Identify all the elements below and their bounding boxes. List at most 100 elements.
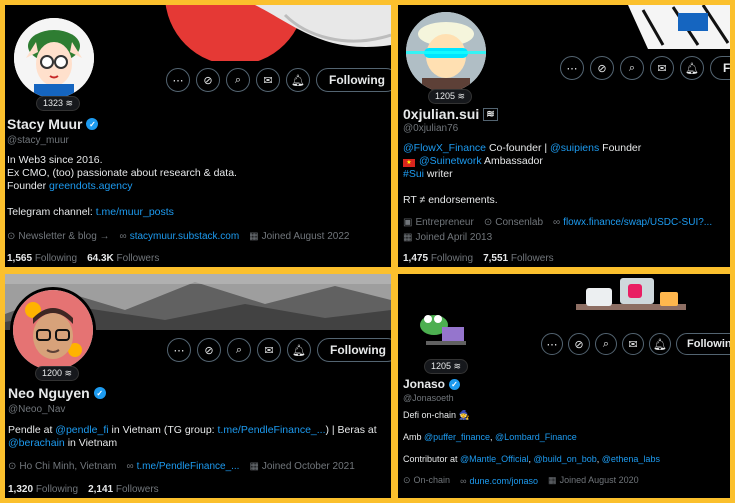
bio: @FlowX_Finance Co-founder | @suipiens Fo…	[403, 142, 727, 207]
bio-link[interactable]: @Mantle_Official	[460, 454, 529, 464]
calendar-icon: ▦	[403, 232, 413, 243]
following-button[interactable]: Following	[317, 338, 391, 362]
following-count[interactable]: 1,320 Following	[8, 484, 78, 495]
action-buttons: ⋯ ⊘ ⌕ ✉ 🔔︎ Fo	[560, 56, 730, 80]
following-count[interactable]: 1,565 Following	[7, 253, 77, 264]
handle: @stacy_muur	[7, 135, 69, 146]
name-text: Stacy Muur	[7, 116, 83, 132]
layers-icon: ≋	[453, 361, 462, 371]
calendar-icon: ▦	[548, 475, 557, 485]
bio-link[interactable]: @puffer_finance	[424, 432, 490, 442]
grok-icon[interactable]: ⊘	[568, 333, 590, 355]
follow-stats: 1,320 Following 2,141 Followers	[8, 484, 159, 495]
meta-website[interactable]: ∞ dune.com/jonaso	[460, 476, 538, 486]
search-icon[interactable]: ⌕	[226, 68, 250, 92]
bio-link[interactable]: @berachain	[8, 437, 65, 449]
more-icon[interactable]: ⋯	[560, 56, 584, 80]
bio-link[interactable]: @build_on_bob	[534, 454, 597, 464]
layers-icon: ≋	[65, 98, 74, 108]
bio-line: Telegram channel: t.me/muur_posts	[7, 206, 174, 218]
bio-link[interactable]: @ethena_labs	[602, 454, 660, 464]
display-name: 0xjulian.sui ≋	[403, 106, 498, 122]
message-icon[interactable]: ✉	[622, 333, 644, 355]
layers-icon: ≋	[457, 91, 466, 101]
more-icon[interactable]: ⋯	[167, 338, 191, 362]
more-icon[interactable]: ⋯	[541, 333, 563, 355]
link-icon: ∞	[460, 475, 467, 486]
profile-meta: ⊙ Newsletter & blog → ∞ stacymuur.substack…	[7, 231, 349, 242]
link-icon: ∞	[119, 231, 127, 242]
search-icon[interactable]: ⌕	[595, 333, 617, 355]
bio-line: ★ @Suinetwork Ambassador	[403, 155, 727, 168]
bio-link[interactable]: @pendle_fi	[55, 424, 108, 436]
bio-link[interactable]: @Lombard_Finance	[495, 432, 577, 442]
bio-link[interactable]: @suipiens	[550, 142, 599, 154]
bio-link[interactable]: #Sui	[403, 168, 424, 180]
calendar-icon: ▦	[249, 461, 259, 472]
notify-bell-icon[interactable]: 🔔︎	[287, 338, 311, 362]
notify-bell-icon[interactable]: 🔔︎	[286, 68, 310, 92]
link-icon: ∞	[553, 217, 561, 228]
bio-line: @FlowX_Finance Co-founder | @suipiens Fo…	[403, 142, 642, 154]
profile-card-neo: 1200 ≋ ⋯ ⊘ ⌕ ✉ 🔔︎ Following Neo Nguyen ✓…	[5, 274, 391, 498]
message-icon[interactable]: ✉	[256, 68, 280, 92]
bio: Defi on-chain 🧙 Amb @puffer_finance, @Lo…	[403, 410, 727, 465]
more-icon[interactable]: ⋯	[166, 68, 190, 92]
following-count[interactable]: 1,475 Following	[403, 253, 473, 264]
profile-meta: ▣ Entrepreneur ⊙ Consenlab ∞ flowx.finance/…	[403, 217, 727, 243]
following-button[interactable]: Following	[316, 68, 391, 92]
verified-icon: ✓	[93, 387, 106, 399]
meta-website[interactable]: ∞ flowx.finance/swap/USDC-SUI?...	[553, 217, 712, 228]
bio-link[interactable]: greendots.agency	[49, 180, 132, 192]
notify-bell-icon[interactable]: 🔔︎	[649, 333, 671, 355]
profile-card-jonaso: 1205 ≋ ⋯ ⊘ ⌕ ✉ 🔔︎ Following Jonaso ✓ @Jo…	[398, 274, 730, 498]
followers-count[interactable]: 2,141 Followers	[88, 484, 159, 495]
handle: @Jonasoeth	[403, 393, 454, 403]
meta-website[interactable]: ∞ stacymuur.substack.com	[120, 231, 240, 242]
avatar[interactable]	[403, 288, 481, 366]
bio-link[interactable]: @Suinetwork	[419, 155, 482, 167]
follow-stats: 1,565 Following 64.3K Followers	[7, 253, 159, 264]
meta-joined: ▦ Joined August 2022	[249, 231, 350, 242]
following-button[interactable]: Fo	[710, 56, 730, 80]
bio-line: In Web3 since 2016.	[7, 154, 103, 166]
bio-link[interactable]: t.me/muur_posts	[96, 206, 174, 218]
bio-line: Defi on-chain 🧙	[403, 410, 470, 420]
avatar[interactable]	[403, 9, 489, 95]
subscriber-badge: 1323 ≋	[36, 96, 81, 111]
bio: In Web3 since 2016. Ex CMO, (too) passio…	[7, 154, 387, 219]
location-pin-icon: ⊙	[403, 475, 411, 485]
calendar-icon: ▦	[249, 231, 259, 242]
avatar[interactable]	[11, 15, 97, 101]
display-name: Jonaso ✓	[403, 377, 461, 391]
location-pin-icon: ⊙	[8, 461, 17, 472]
briefcase-icon: ▣	[403, 217, 413, 228]
meta-location: ⊙ Ho Chi Minh, Vietnam	[8, 461, 117, 472]
search-icon[interactable]: ⌕	[620, 56, 644, 80]
meta-location: ⊙ Consenlab	[483, 217, 544, 228]
search-icon[interactable]: ⌕	[227, 338, 251, 362]
bio-line: Contributor at @Mantle_Official, @build_…	[403, 454, 660, 464]
vietnam-flag-icon: ★	[403, 159, 415, 167]
bio-link[interactable]: @FlowX_Finance	[403, 142, 486, 154]
bio-line: Founder greendots.agency	[7, 180, 133, 192]
subscriber-badge: 1205 ≋	[424, 359, 469, 374]
name-text: 0xjulian.sui	[403, 106, 480, 122]
meta-website[interactable]: ∞ t.me/PendleFinance_...	[126, 461, 239, 472]
bio-link[interactable]: t.me/PendleFinance_...	[218, 424, 326, 436]
arrow-icon: →	[99, 231, 110, 242]
layers-icon: ≋	[64, 368, 73, 378]
followers-count[interactable]: 64.3K Followers	[87, 253, 159, 264]
follow-stats: 1,475 Following 7,551 Followers	[403, 253, 554, 264]
message-icon[interactable]: ✉	[257, 338, 281, 362]
grok-icon[interactable]: ⊘	[197, 338, 221, 362]
message-icon[interactable]: ✉	[650, 56, 674, 80]
following-button[interactable]: Following	[676, 333, 730, 355]
bio: Pendle at @pendle_fi in Vietnam (TG grou…	[8, 424, 388, 450]
notify-bell-icon[interactable]: 🔔︎	[680, 56, 704, 80]
followers-count[interactable]: 7,551 Followers	[483, 253, 554, 264]
grok-icon[interactable]: ⊘	[196, 68, 220, 92]
avatar[interactable]	[10, 287, 96, 373]
location-pin-icon: ⊙	[7, 231, 16, 242]
grok-icon[interactable]: ⊘	[590, 56, 614, 80]
